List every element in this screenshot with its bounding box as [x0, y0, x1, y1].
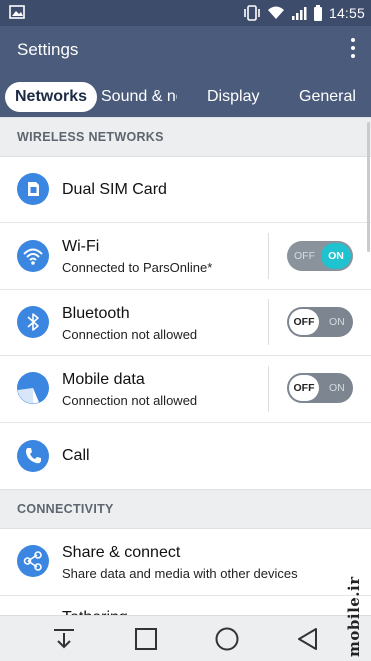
image-icon	[9, 5, 25, 19]
toggle-knob: ON	[321, 243, 351, 269]
mobile-data-icon	[17, 372, 49, 404]
list-item-mobile-data[interactable]: Mobile data Connection not allowed OFF O…	[0, 356, 371, 423]
section-header-wireless: WIRELESS NETWORKS	[0, 117, 371, 157]
list-item-wifi[interactable]: Wi-Fi Connected to ParsOnline* OFF ON	[0, 223, 371, 290]
home-icon[interactable]	[213, 625, 241, 653]
row-subtitle: Connection not allowed	[62, 327, 198, 342]
list-item-call[interactable]: Call	[0, 423, 371, 489]
toggle-off-label: OFF	[294, 250, 315, 262]
row-title: Mobile data	[62, 371, 145, 388]
row-title: Call	[62, 447, 90, 464]
navigation-bar	[0, 615, 371, 661]
toggle-knob: OFF	[289, 309, 319, 335]
section-title: WIRELESS NETWORKS	[17, 130, 164, 144]
signal-icon	[291, 7, 307, 20]
tab-networks[interactable]: Networks	[5, 82, 98, 112]
toggle-knob: OFF	[289, 375, 319, 401]
toggle-on-label: ON	[329, 316, 345, 328]
download-icon[interactable]	[50, 625, 78, 653]
divider	[268, 299, 269, 345]
app-bar: Settings	[0, 26, 371, 74]
toggle-on-label: ON	[329, 382, 345, 394]
status-bar: 14:55	[0, 0, 371, 26]
tab-sound[interactable]: Sound & no	[101, 82, 177, 112]
tab-display[interactable]: Display	[207, 82, 259, 112]
row-subtitle: Connected to ParsOnline*	[62, 260, 213, 275]
section-header-connectivity: CONNECTIVITY	[0, 489, 371, 529]
row-title: Bluetooth	[62, 305, 130, 322]
list-item-share[interactable]: Share & connect Share data and media wit…	[0, 529, 371, 596]
wifi-icon	[267, 6, 284, 19]
row-title: Wi-Fi	[62, 238, 100, 255]
row-subtitle: Share data and media with other devices	[62, 566, 298, 581]
row-subtitle: Connection not allowed	[62, 393, 198, 408]
sim-card-icon	[17, 173, 49, 205]
watermark: mobile.ir	[345, 576, 363, 657]
tab-general[interactable]: General	[299, 82, 356, 112]
divider	[268, 366, 269, 412]
more-vert-icon[interactable]	[349, 38, 357, 62]
back-icon[interactable]	[294, 625, 322, 653]
bluetooth-toggle[interactable]: OFF ON	[287, 307, 353, 337]
mobile-data-toggle[interactable]: OFF ON	[287, 373, 353, 403]
list-item-dual-sim[interactable]: Dual SIM Card	[0, 157, 371, 223]
page-title: Settings	[17, 40, 79, 59]
wifi-toggle[interactable]: OFF ON	[287, 241, 353, 271]
scrollbar[interactable]	[367, 122, 370, 252]
list-item-bluetooth[interactable]: Bluetooth Connection not allowed OFF ON	[0, 290, 371, 356]
divider	[268, 233, 269, 279]
phone-icon	[17, 440, 49, 472]
vibrate-icon	[244, 5, 260, 21]
tab-bar: Networks Sound & no Display General	[0, 74, 371, 118]
share-icon	[17, 545, 49, 577]
recents-icon[interactable]	[132, 625, 160, 653]
row-title: Dual SIM Card	[62, 181, 167, 198]
battery-icon	[313, 5, 322, 21]
row-title: Share & connect	[62, 544, 181, 561]
status-time: 14:55	[328, 5, 365, 21]
wifi-icon	[17, 240, 49, 272]
section-title: CONNECTIVITY	[17, 502, 114, 516]
bluetooth-icon	[17, 306, 49, 338]
